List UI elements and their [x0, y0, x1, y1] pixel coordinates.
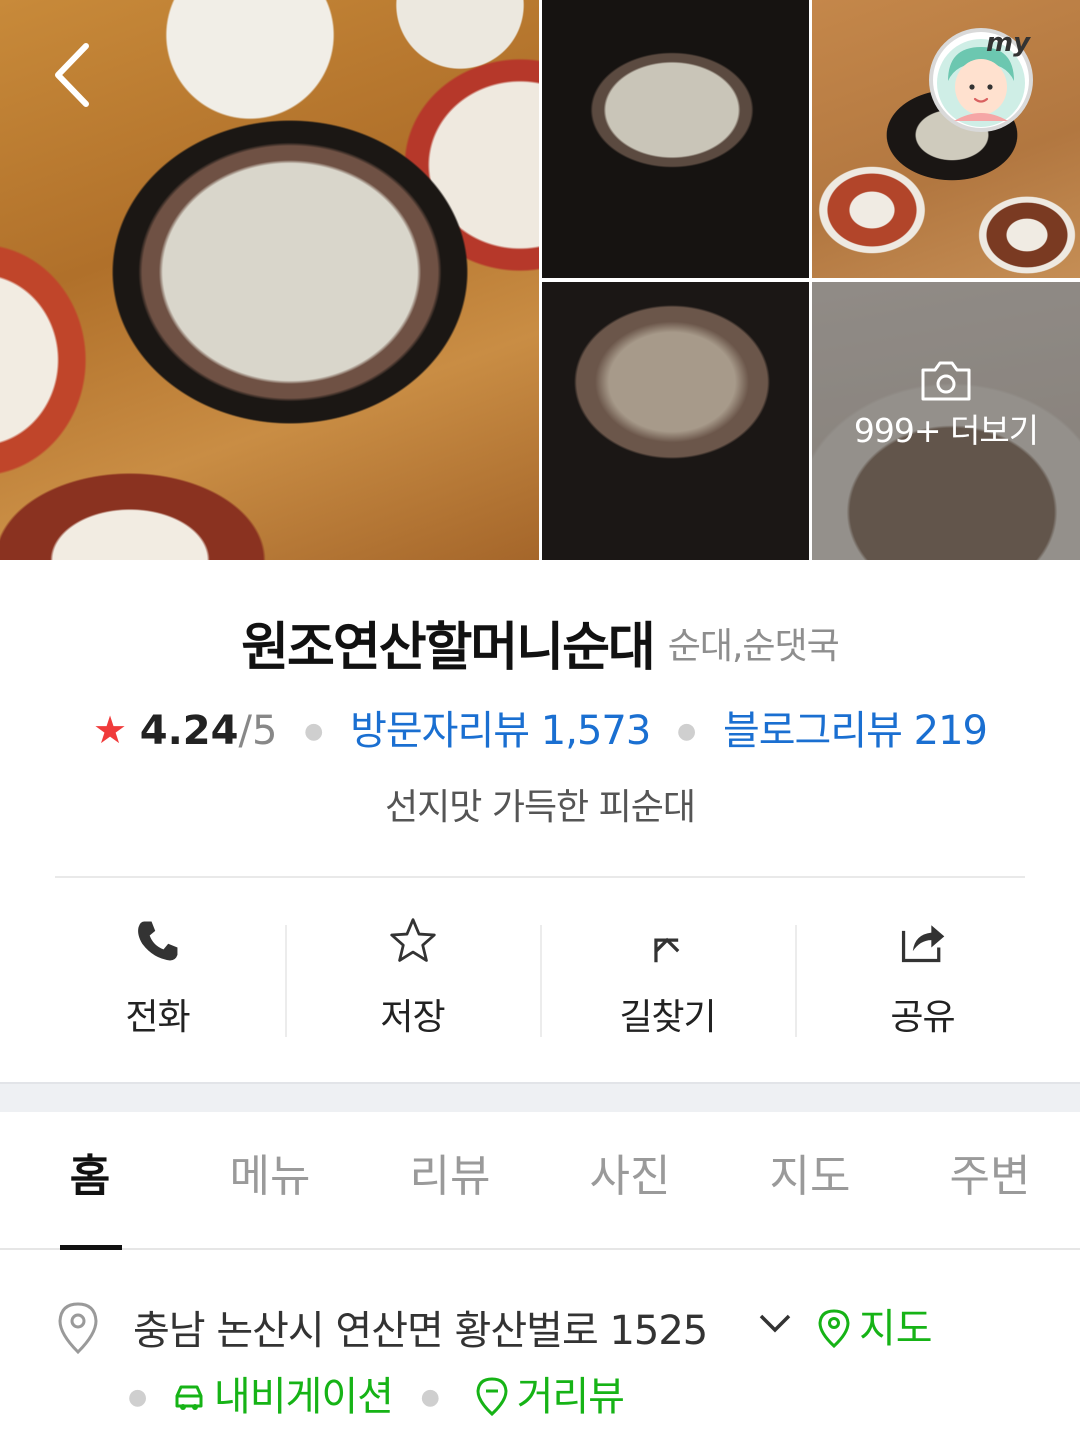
tab-home[interactable]: 홈 [0, 1112, 180, 1250]
photo-thumb-3[interactable] [542, 282, 809, 560]
place-name: 원조연산할머니순대 [241, 618, 656, 678]
tab-reviews[interactable]: 리뷰 [360, 1112, 540, 1248]
place-category: 순대,순댓국 [667, 625, 840, 667]
share-label: 공유 [890, 997, 955, 1038]
camera-icon [921, 361, 971, 401]
tab-bar: 홈 메뉴 리뷰 사진 지도 주변 [0, 1112, 1080, 1250]
my-avatar-icon[interactable]: my [926, 25, 1036, 135]
map-pin-icon [476, 1377, 508, 1417]
separator-dot: ● [420, 1385, 440, 1410]
navigation-label: 내비게이션 [213, 1374, 394, 1420]
action-bar: 전화 저장 길찾기 공유 [30, 910, 1050, 1040]
map-link-label: 지도 [859, 1306, 933, 1352]
rating-max: /5 [238, 708, 278, 754]
tab-menu[interactable]: 메뉴 [180, 1112, 360, 1248]
address-text: 충남 논산시 연산면 황산벌로 1525 [133, 1308, 708, 1354]
photo-gallery: 999+ 더보기 my [0, 0, 1080, 560]
directions-label: 길찾기 [619, 997, 716, 1038]
tab-nearby[interactable]: 주변 [900, 1112, 1080, 1248]
place-header: 원조연산할머니순대 순대,순댓국 [0, 605, 1080, 680]
location-pin-icon [58, 1302, 98, 1355]
divider [55, 876, 1025, 878]
address-links-row: ● 내비게이션 ● 거리뷰 [128, 1364, 1028, 1424]
street-view-link[interactable]: 거리뷰 [475, 1374, 625, 1420]
blog-reviews-link[interactable]: 블로그리뷰 219 [723, 708, 988, 754]
street-view-label: 거리뷰 [516, 1374, 625, 1420]
location-pin-icon [818, 1309, 850, 1349]
call-button[interactable]: 전화 [30, 910, 285, 1040]
separator-dot: ● [677, 719, 697, 744]
star-icon: ★ [92, 708, 128, 752]
share-icon [901, 925, 944, 963]
save-label: 저장 [380, 997, 445, 1038]
directions-button[interactable]: 길찾기 [540, 910, 795, 1040]
visitor-reviews-link[interactable]: 방문자리뷰 1,573 [350, 708, 651, 754]
section-gap [0, 1082, 1080, 1112]
call-label: 전화 [125, 997, 190, 1038]
address-row: 충남 논산시 연산면 황산벌로 1525 지도 [55, 1296, 1055, 1356]
tab-photos[interactable]: 사진 [540, 1112, 720, 1248]
chevron-left-icon[interactable] [48, 40, 100, 110]
star-outline-icon [389, 918, 436, 962]
more-photos-button[interactable]: 999+ 더보기 [812, 360, 1080, 452]
turn-arrow-icon [653, 937, 679, 963]
tab-map[interactable]: 지도 [720, 1112, 900, 1248]
photo-thumb-1[interactable] [542, 0, 809, 278]
rating-row: ★ 4.24/5 ● 방문자리뷰 1,573 ● 블로그리뷰 219 [0, 698, 1080, 756]
more-photos-label: 999+ 더보기 [853, 411, 1039, 450]
separator-dot: ● [304, 719, 324, 744]
separator-dot: ● [128, 1385, 148, 1410]
navigation-link[interactable]: 내비게이션 [172, 1374, 405, 1420]
chevron-down-icon[interactable] [757, 1308, 793, 1338]
rating-score: 4.24 [139, 708, 239, 754]
phone-icon [137, 921, 177, 961]
svg-text:my: my [986, 28, 1031, 58]
save-button[interactable]: 저장 [285, 910, 540, 1040]
map-link[interactable]: 지도 [817, 1296, 933, 1354]
share-button[interactable]: 공유 [795, 910, 1050, 1040]
car-icon [175, 1385, 203, 1410]
place-description: 선지맛 가득한 피순대 [385, 787, 696, 828]
